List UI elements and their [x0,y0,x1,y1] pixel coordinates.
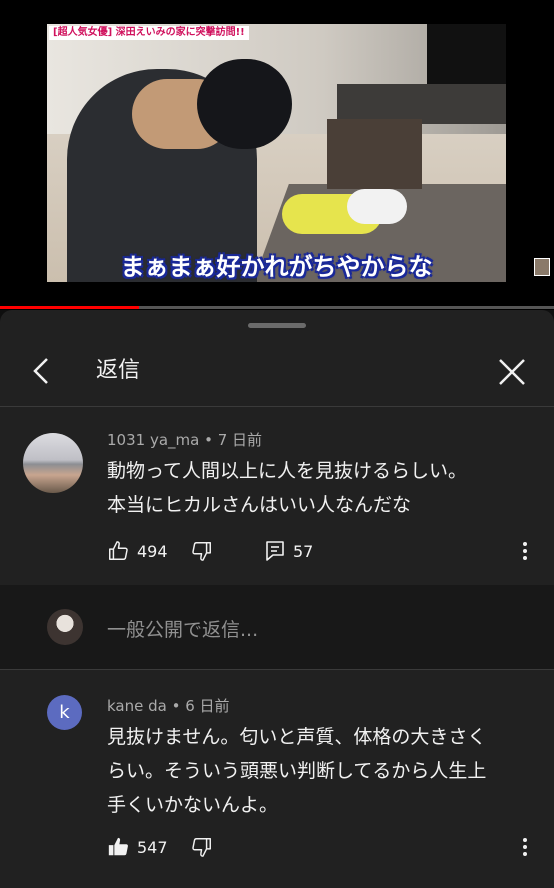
more-options-button[interactable] [519,537,531,565]
sheet-title: 返信 [96,358,141,383]
sheet-header: 返信 [0,340,554,406]
reply-input-row[interactable]: 一般公開で返信... [0,585,554,669]
like-button[interactable]: 547 [107,833,168,861]
more-vert-icon [523,542,527,560]
video-player[interactable]: [超人気女優] 深田えいみの家に突撃訪問!! まぁまぁ好かれがちやからな [0,0,554,310]
reply-text-line: 手くいかないんよ。 [107,794,279,816]
my-avatar [47,609,83,645]
channel-watermark[interactable] [534,258,550,276]
scene-table [327,119,422,189]
more-vert-icon [523,838,527,856]
comment-text-line: 動物って人間以上に人を見抜けるらしい。 [107,460,468,482]
dislike-button[interactable] [191,537,213,565]
thumb-down-icon [192,542,211,561]
comment-time: 7 日前 [217,431,263,449]
back-button[interactable] [28,356,58,386]
more-options-button[interactable] [519,833,531,861]
drag-handle[interactable] [248,323,306,328]
reply-text-line: らい。そういう頭悪い判断してるから人生上 [107,760,487,782]
reply-actions: 547 [107,833,537,861]
meta-separator: • [204,431,218,449]
close-icon [499,359,525,385]
reply-text-line: 見抜けません。匂いと声質、体格の大きさく [107,726,487,748]
avatar[interactable]: k [47,695,82,730]
video-title-badge: [超人気女優] 深田えいみの家に突撃訪問!! [49,26,249,40]
video-progress-bar[interactable] [0,306,554,309]
like-count: 494 [137,541,168,561]
replies-sheet: 返信 1031 ya_ma • 7 日前 動物って人間以上に人を見抜けるらしい。… [0,310,554,888]
comment-author[interactable]: 1031 ya_ma [107,431,199,449]
video-frame[interactable]: [超人気女優] 深田えいみの家に突撃訪問!! まぁまぁ好かれがちやからな [47,24,506,282]
comment-text: 動物って人間以上に人を見抜けるらしい。 本当にヒカルさんはいい人なんだな [107,454,527,522]
video-progress-fill [0,306,139,309]
video-caption: まぁまぁ好かれがちやからな [120,253,433,281]
dislike-button[interactable] [191,833,213,861]
replies-button[interactable]: 57 [265,537,313,565]
reply-author[interactable]: kane da [107,697,167,715]
parent-comment: 1031 ya_ma • 7 日前 動物って人間以上に人を見抜けるらしい。 本当… [0,407,554,585]
reply-meta: kane da • 6 日前 [107,695,230,716]
reply-comment: k kane da • 6 日前 見抜けません。匂いと声質、体格の大きさく らい… [0,670,554,888]
reply-input[interactable]: 一般公開で返信... [107,615,258,642]
comment-meta: 1031 ya_ma • 7 日前 [107,429,262,450]
scene-dog-head [347,189,407,224]
avatar[interactable] [23,433,83,493]
like-button[interactable]: 494 [107,537,168,565]
close-button[interactable] [496,356,528,388]
meta-separator: • [171,697,186,715]
like-count: 547 [137,837,168,857]
comment-text-line: 本当にヒカルさんはいい人なんだな [107,494,412,516]
comment-actions: 494 57 [107,537,537,565]
thumb-up-icon [109,541,128,560]
thumb-up-icon [108,837,128,856]
scene-head [197,59,292,149]
thumb-down-icon [192,838,211,857]
reply-count: 57 [293,541,314,561]
scene-desk [337,84,506,124]
back-arrow-icon [33,358,48,384]
reply-icon [266,541,284,561]
reply-time: 6 日前 [185,697,230,715]
reply-text: 見抜けません。匂いと声質、体格の大きさく らい。そういう頭悪い判断してるから人生… [107,720,527,822]
